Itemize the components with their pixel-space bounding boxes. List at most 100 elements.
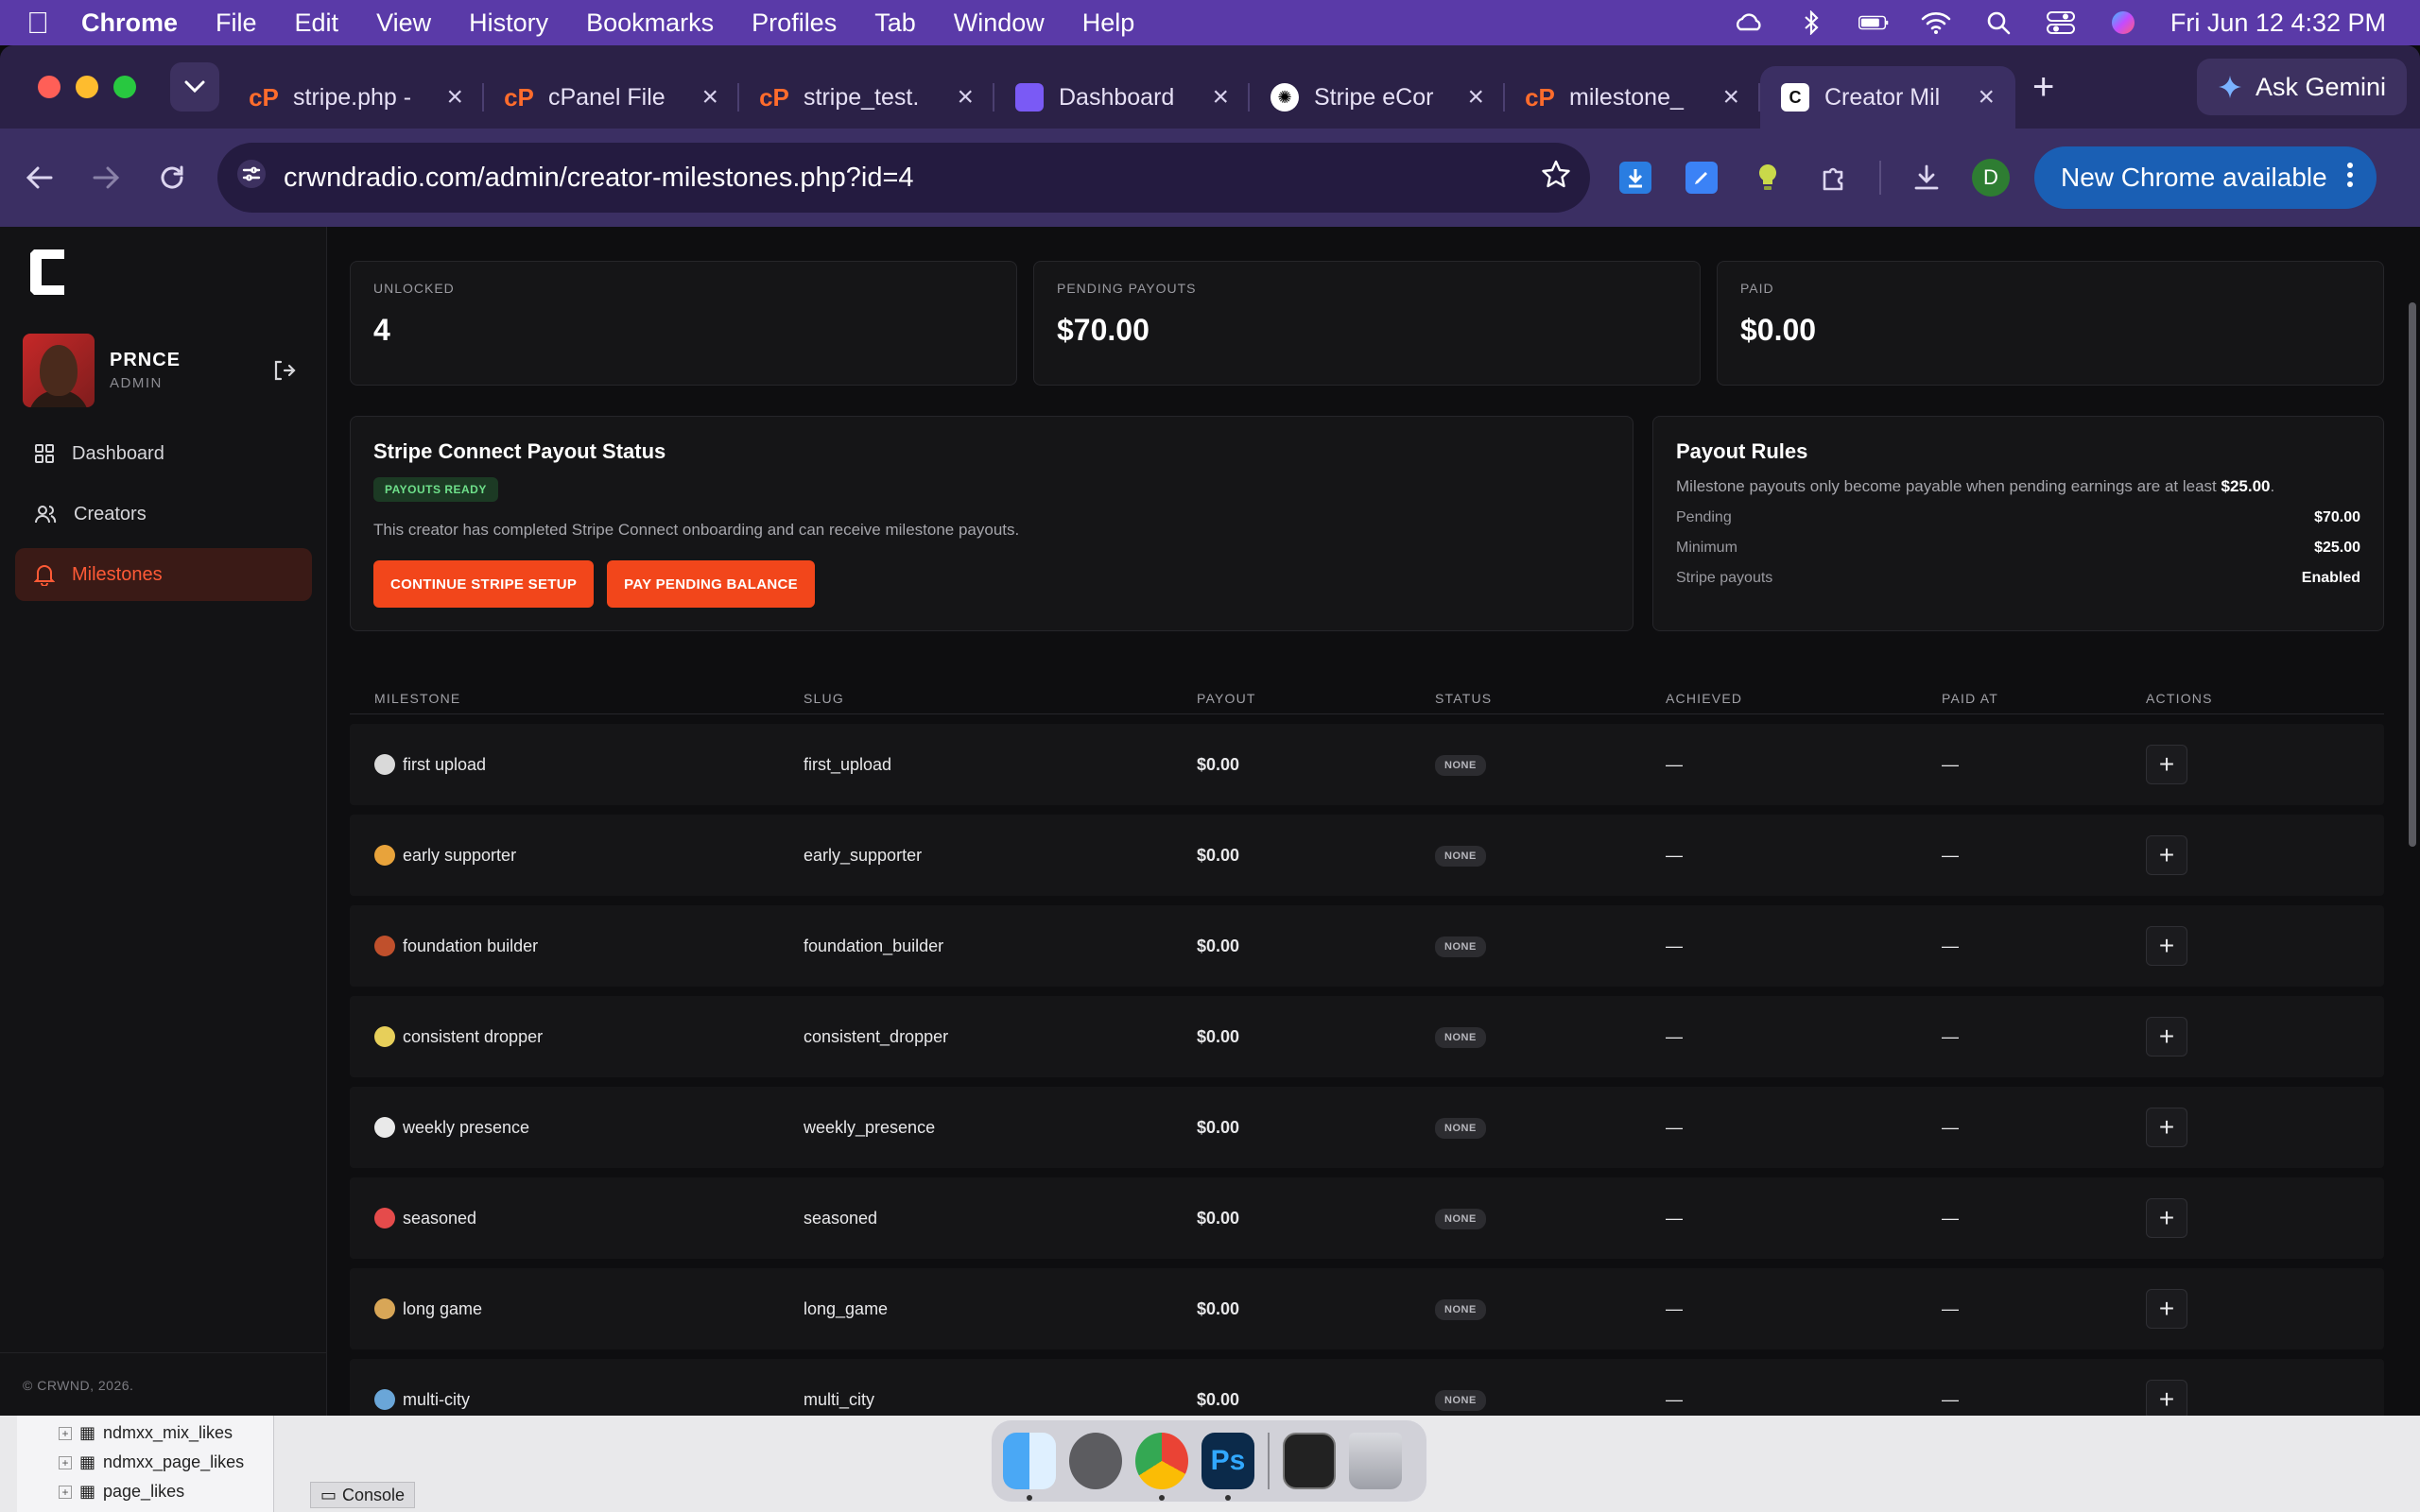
status-cell: NONE (1410, 844, 1641, 867)
bookmark-star-icon[interactable] (1541, 159, 1571, 197)
close-tab-icon[interactable]: × (701, 81, 718, 113)
add-milestone-button[interactable]: + (2146, 835, 2187, 875)
sidebar-item-dashboard[interactable]: Dashboard (15, 427, 312, 480)
close-tab-icon[interactable]: × (1212, 81, 1229, 113)
achieved-cell: — (1666, 1298, 1683, 1318)
browser-tab[interactable]: cP stripe_test. × (739, 66, 994, 129)
add-milestone-button[interactable]: + (2146, 1289, 2187, 1329)
terminal-window-icon[interactable] (1283, 1433, 1336, 1489)
close-tab-icon[interactable]: × (1467, 81, 1484, 113)
actions-cell: + (2121, 1380, 2384, 1416)
close-tab-icon[interactable]: × (957, 81, 974, 113)
browser-tab[interactable]: cP milestone_ × (1505, 66, 1760, 129)
add-milestone-button[interactable]: + (2146, 926, 2187, 966)
page-scrollbar[interactable] (2409, 302, 2416, 847)
tab-search-button[interactable] (170, 62, 219, 112)
add-milestone-button[interactable]: + (2146, 745, 2187, 784)
browser-tab[interactable]: Dashboard × (994, 66, 1250, 129)
menu-profiles[interactable]: Profiles (752, 9, 837, 38)
crwnd-logo[interactable] (28, 246, 66, 299)
close-tab-icon[interactable]: × (1722, 81, 1739, 113)
stripe-connect-card: Stripe Connect Payout Status PAYOUTS REA… (350, 416, 1634, 631)
tree-item[interactable]: + ▦ page_likes (59, 1482, 184, 1502)
add-milestone-button[interactable]: + (2146, 1108, 2187, 1147)
pay-pending-balance-button[interactable]: PAY PENDING BALANCE (607, 560, 815, 608)
expand-icon[interactable]: + (59, 1455, 72, 1469)
menu-app-name[interactable]: Chrome (81, 9, 178, 38)
ask-gemini-button[interactable]: Ask Gemini (2196, 59, 2407, 115)
trash-icon[interactable] (1349, 1433, 1402, 1489)
menu-view[interactable]: View (376, 9, 431, 38)
edit-extension-icon[interactable] (1681, 157, 1722, 198)
payout-cell: $0.00 (1197, 845, 1240, 865)
close-tab-icon[interactable]: × (446, 81, 463, 113)
sidebar-item-creators[interactable]: Creators (15, 488, 312, 541)
browser-tab-active[interactable]: C Creator Mil × (1760, 66, 2015, 129)
milestone-emoji-icon (374, 936, 395, 956)
menu-bookmarks[interactable]: Bookmarks (586, 9, 714, 38)
menu-help[interactable]: Help (1082, 9, 1135, 38)
menubar-clock[interactable]: Fri Jun 12 4:32 PM (2170, 9, 2386, 38)
url-text[interactable]: crwndradio.com/admin/creator-milestones.… (284, 163, 1524, 194)
browser-tab[interactable]: cP cPanel File × (484, 66, 739, 129)
chrome-app-icon[interactable] (1135, 1433, 1188, 1501)
creative-cloud-icon[interactable] (1734, 10, 1764, 35)
menu-edit[interactable]: Edit (295, 9, 339, 38)
logout-icon[interactable] (267, 353, 301, 387)
download-extension-icon[interactable] (1615, 157, 1656, 198)
finder-icon[interactable] (1003, 1433, 1056, 1501)
expand-icon[interactable]: + (59, 1426, 72, 1440)
address-bar[interactable]: crwndradio.com/admin/creator-milestones.… (217, 143, 1590, 213)
users-icon (35, 506, 57, 524)
forward-button[interactable] (85, 157, 127, 198)
reload-button[interactable] (151, 157, 193, 198)
site-settings-icon[interactable] (236, 159, 267, 197)
continue-stripe-setup-button[interactable]: CONTINUE STRIPE SETUP (373, 560, 595, 608)
sidebar-item-label: Creators (74, 503, 147, 524)
extensions-puzzle-icon[interactable] (1813, 157, 1855, 198)
menu-file[interactable]: File (216, 9, 257, 38)
siri-icon[interactable] (2108, 10, 2138, 35)
spotlight-search-icon[interactable] (1983, 10, 2014, 35)
bluetooth-icon[interactable] (1796, 10, 1826, 35)
back-button[interactable] (19, 157, 60, 198)
sidebar-item-milestones[interactable]: Milestones (15, 548, 312, 601)
close-window-button[interactable] (38, 76, 60, 98)
apple-menu-icon[interactable]:  (26, 6, 49, 41)
new-tab-button[interactable]: + (2032, 66, 2054, 109)
console-tab[interactable]: ▭ Console (310, 1482, 416, 1508)
milestone-emoji-icon (374, 1208, 395, 1228)
menu-window[interactable]: Window (954, 9, 1045, 38)
add-milestone-button[interactable]: + (2146, 1198, 2187, 1238)
paid-at-cell: — (1942, 1117, 1959, 1137)
table-icon: ▦ (79, 1452, 96, 1471)
minimize-window-button[interactable] (76, 76, 98, 98)
system-settings-icon[interactable] (1069, 1433, 1122, 1489)
wifi-icon[interactable] (1921, 10, 1951, 35)
expand-icon[interactable]: + (59, 1485, 72, 1499)
downloads-icon[interactable] (1906, 157, 1947, 198)
photoshop-icon[interactable]: Ps (1201, 1433, 1254, 1501)
paid-at-cell: — (1942, 845, 1959, 865)
status-cell: NONE (1410, 753, 1641, 776)
chrome-profile-avatar[interactable]: D (1972, 159, 2010, 197)
menu-tab[interactable]: Tab (874, 9, 916, 38)
status-cell: NONE (1410, 1297, 1641, 1320)
control-center-icon[interactable] (2046, 10, 2076, 35)
lightbulb-extension-icon[interactable] (1747, 157, 1789, 198)
new-chrome-available-button[interactable]: New Chrome available (2034, 146, 2377, 209)
browser-tab[interactable]: cP stripe.php - × (229, 66, 484, 129)
tab-title: stripe.php - (293, 83, 412, 111)
browser-tab[interactable]: ✺ Stripe eCor × (1250, 66, 1505, 129)
menu-history[interactable]: History (469, 9, 548, 38)
battery-icon[interactable] (1858, 10, 1889, 35)
milestone-name: long game (403, 1298, 483, 1318)
tree-item[interactable]: + ▦ ndmxx_page_likes (59, 1452, 244, 1472)
macos-dock: Ps (991, 1419, 1427, 1503)
tree-item[interactable]: + ▦ ndmxx_mix_likes (59, 1423, 233, 1443)
fullscreen-window-button[interactable] (113, 76, 136, 98)
close-tab-icon[interactable]: × (1978, 81, 1995, 113)
more-vertical-icon[interactable] (2346, 162, 2354, 195)
add-milestone-button[interactable]: + (2146, 1380, 2187, 1416)
add-milestone-button[interactable]: + (2146, 1017, 2187, 1057)
